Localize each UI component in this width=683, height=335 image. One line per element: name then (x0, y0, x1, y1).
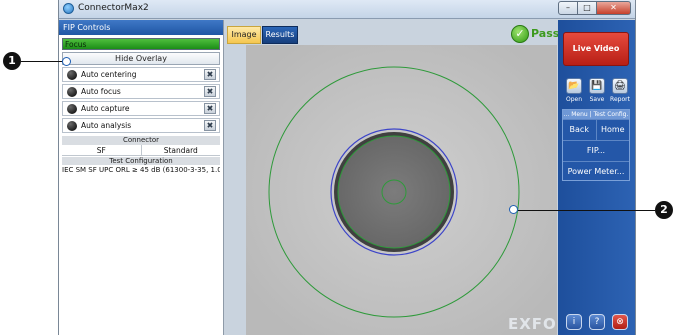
menu-row-nav: Back Home (563, 119, 629, 140)
title-bar: ConnectorMax2 – □ ✕ (59, 0, 635, 19)
option-auto-capture[interactable]: Auto capture ✖ (62, 101, 220, 116)
tab-results[interactable]: Results (262, 26, 298, 44)
power-meter-button[interactable]: Power Meter... (563, 162, 629, 182)
cladding-zone (337, 135, 451, 249)
callout-2-leader (518, 210, 655, 211)
connector-type[interactable]: SF (62, 145, 141, 155)
save-disk-icon[interactable]: 💾 (589, 78, 605, 94)
status-led-icon (67, 87, 77, 97)
info-icon[interactable]: i (566, 314, 582, 330)
connector-row: SF Standard (62, 145, 220, 156)
option-label: Auto capture (81, 104, 130, 113)
image-view: Image Results ✓ Pass EXFO (226, 20, 560, 335)
callout-2: 2 (655, 201, 673, 219)
close-window-button[interactable]: ✕ (597, 1, 631, 15)
window-controls: – □ ✕ (558, 1, 631, 15)
report-label: Report (610, 96, 630, 103)
callout-1: 1 (3, 52, 21, 70)
fip-menu-button[interactable]: FIP... (563, 141, 629, 161)
callout-2-marker (509, 205, 518, 214)
disable-auto-centering-button[interactable]: ✖ (204, 69, 216, 80)
fiber-image[interactable]: EXFO (246, 45, 557, 335)
app-window: ConnectorMax2 – □ ✕ FIP Controls Focus H… (58, 0, 636, 335)
window-title: ConnectorMax2 (78, 3, 149, 13)
pass-check-icon: ✓ (511, 25, 529, 43)
back-button[interactable]: Back (563, 120, 596, 140)
menu-row-fip: FIP... (563, 140, 629, 161)
fip-controls-panel: FIP Controls Focus Hide Overlay Auto cen… (59, 20, 224, 335)
quit-icon[interactable]: ⊗ (612, 314, 628, 330)
callout-1-leader (21, 61, 65, 62)
callout-1-marker (62, 57, 71, 66)
help-icon[interactable]: ? (589, 314, 605, 330)
report-icon[interactable]: 🖨 (612, 78, 628, 94)
disable-auto-capture-button[interactable]: ✖ (204, 103, 216, 114)
screenshot-stage: ConnectorMax2 – □ ✕ FIP Controls Focus H… (0, 0, 683, 335)
hide-overlay-button[interactable]: Hide Overlay (62, 52, 220, 65)
menu-row-power-meter: Power Meter... (563, 161, 629, 182)
disable-auto-analysis-button[interactable]: ✖ (204, 120, 216, 131)
connector-heading: Connector (62, 136, 220, 145)
open-folder-icon[interactable]: 📂 (566, 78, 582, 94)
live-video-button[interactable]: Live Video (563, 32, 629, 66)
home-button[interactable]: Home (595, 120, 630, 140)
exfo-logo: EXFO (508, 315, 557, 333)
pass-status: Pass (531, 27, 560, 40)
option-auto-analysis[interactable]: Auto analysis ✖ (62, 118, 220, 133)
test-config-value: IEC SM SF UPC ORL ≥ 45 dB (61300-3-35, 1… (62, 166, 220, 174)
fip-controls-header: FIP Controls (59, 20, 223, 35)
focus-bar: Focus (62, 38, 220, 50)
option-label: Auto focus (81, 87, 121, 96)
app-icon (63, 3, 74, 14)
option-auto-focus[interactable]: Auto focus ✖ (62, 84, 220, 99)
minimize-button[interactable]: – (558, 1, 578, 15)
status-led-icon (67, 104, 77, 114)
menu-box: ... Menu | Test Config. Back Home FIP...… (562, 109, 630, 181)
option-label: Auto centering (81, 70, 137, 79)
option-auto-centering[interactable]: Auto centering ✖ (62, 67, 220, 82)
disable-auto-focus-button[interactable]: ✖ (204, 86, 216, 97)
status-led-icon (67, 121, 77, 131)
status-led-icon (67, 70, 77, 80)
maximize-button[interactable]: □ (578, 1, 597, 15)
focus-label: Focus (65, 40, 87, 49)
tab-image[interactable]: Image (227, 26, 261, 44)
right-panel: Live Video 📂 Open 💾 Save 🖨 Report ... Me… (558, 20, 635, 335)
fiber-endface-svg (246, 45, 557, 335)
connector-mode[interactable]: Standard (140, 145, 221, 155)
save-label: Save (589, 96, 605, 103)
option-label: Auto analysis (81, 121, 132, 130)
test-config-heading: Test Configuration (62, 157, 220, 165)
open-label: Open (565, 96, 583, 103)
menu-heading: ... Menu | Test Config. (563, 110, 629, 119)
